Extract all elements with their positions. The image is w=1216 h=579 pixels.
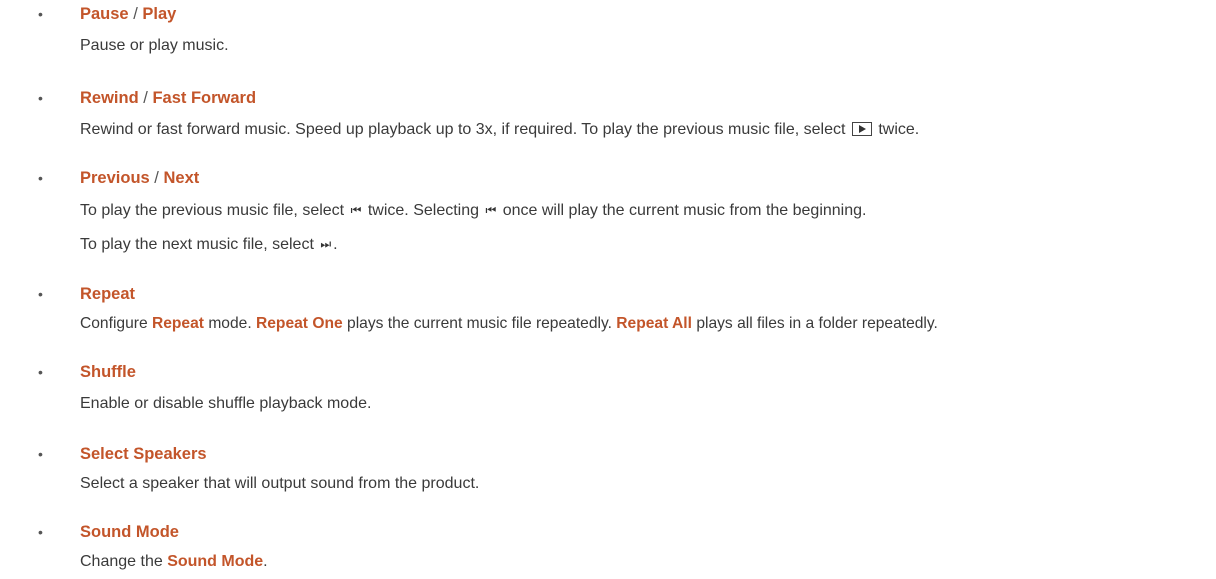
text-segment: To play the previous music file, select — [80, 202, 345, 219]
heading-term: Select Speakers — [80, 445, 207, 463]
document-page: • Pause / Play Pause or play music. • Re… — [0, 0, 1216, 579]
description-line: Configure Repeat mode. Repeat One plays … — [80, 314, 938, 334]
heading-term: Next — [163, 169, 200, 187]
bullet: • — [38, 446, 43, 462]
text-segment: Rewind or fast forward music. Speed up p… — [80, 121, 846, 138]
next-track-icon: ⏭ — [320, 237, 331, 251]
text-segment: Configure — [80, 315, 148, 332]
play-button-icon — [851, 122, 872, 136]
heading-separator: / — [133, 5, 138, 23]
text-segment: once will play the current music from th… — [502, 202, 867, 219]
text-segment: . — [333, 236, 338, 253]
heading-select-speakers: Select Speakers — [80, 444, 207, 464]
heading-term: Play — [142, 5, 177, 23]
text-segment: plays all files in a folder repeatedly. — [696, 315, 938, 332]
bullet: • — [38, 90, 43, 106]
inline-term: Sound Mode — [167, 553, 264, 570]
inline-term: Repeat One — [256, 315, 343, 332]
inline-term: Repeat — [151, 315, 204, 332]
text-segment: twice. — [878, 121, 920, 138]
heading-term: Sound Mode — [80, 523, 179, 541]
heading-rewind-fast-forward: Rewind / Fast Forward — [80, 88, 256, 108]
heading-previous-next: Previous / Next — [80, 168, 199, 188]
description-line: To play the next music file, select ⏭. — [80, 234, 338, 255]
heading-shuffle: Shuffle — [80, 362, 136, 382]
previous-track-icon: ⏮ — [350, 203, 362, 217]
description-line: Rewind or fast forward music. Speed up p… — [80, 120, 919, 140]
description-line: Select a speaker that will output sound … — [80, 475, 480, 492]
heading-term: Previous — [80, 169, 150, 187]
text-segment: To play the next music file, select — [80, 236, 314, 253]
text-segment: twice. Selecting — [367, 202, 480, 219]
text-segment: plays the current music file repeatedly. — [347, 315, 612, 332]
inline-term: Repeat All — [616, 315, 692, 332]
description-line: To play the previous music file, select … — [80, 200, 866, 221]
text-segment: mode. — [208, 315, 252, 332]
description-line: Change the Sound Mode. — [80, 552, 268, 572]
heading-term: Fast Forward — [152, 89, 257, 107]
text-segment: Change the — [80, 553, 163, 570]
heading-term: Pause — [80, 5, 129, 23]
heading-term: Repeat — [80, 285, 136, 303]
heading-repeat: Repeat — [80, 284, 135, 304]
bullet: • — [38, 6, 43, 22]
heading-sound-mode: Sound Mode — [80, 522, 179, 542]
description-line: Enable or disable shuffle playback mode. — [80, 395, 372, 412]
bullet: • — [38, 364, 43, 380]
description-line: Pause or play music. — [80, 37, 229, 54]
heading-separator: / — [143, 89, 148, 107]
bullet: • — [38, 524, 43, 540]
text-segment: . — [263, 553, 268, 570]
bullet: • — [38, 170, 43, 186]
heading-term: Rewind — [80, 89, 139, 107]
heading-separator: / — [154, 169, 159, 187]
bullet: • — [38, 286, 43, 302]
previous-track-icon: ⏮ — [485, 203, 496, 217]
heading-pause-play: Pause / Play — [80, 4, 176, 24]
heading-term: Shuffle — [80, 363, 136, 381]
